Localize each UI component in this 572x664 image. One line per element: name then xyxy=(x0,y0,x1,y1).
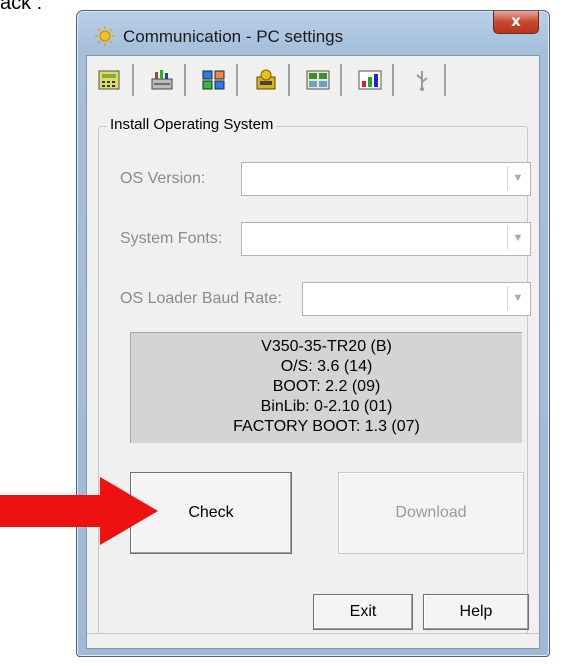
tab-network[interactable] xyxy=(194,64,238,96)
os-version-combo[interactable]: ▼ xyxy=(241,162,531,196)
calculator-icon xyxy=(98,70,120,90)
exit-button[interactable]: Exit xyxy=(313,594,413,630)
baud-rate-combo[interactable]: ▼ xyxy=(302,282,531,316)
sun-icon xyxy=(95,26,115,46)
device-info-panel: V350-35-TR20 (B) O/S: 3.6 (14) BOOT: 2.2… xyxy=(130,332,522,443)
factory-boot-text: FACTORY BOOT: 1.3 (07) xyxy=(233,418,420,435)
chevron-down-icon[interactable]: ▼ xyxy=(507,286,528,310)
download-button[interactable]: Download xyxy=(338,472,524,554)
binlib-version-text: BinLib: 0-2.10 (01) xyxy=(260,398,393,415)
red-arrow-icon xyxy=(0,477,158,545)
tab-grid[interactable] xyxy=(298,64,342,96)
help-button[interactable]: Help xyxy=(423,594,529,630)
pc-settings-window: Communication - PC settings x Install Op… xyxy=(76,10,550,657)
tab-plc[interactable] xyxy=(142,64,186,96)
tab-operating-system[interactable] xyxy=(246,64,290,96)
caption-text: ack : xyxy=(0,0,43,14)
network-icon xyxy=(202,70,225,90)
baud-rate-label: OS Loader Baud Rate: xyxy=(120,290,282,307)
tab-usb[interactable] xyxy=(402,64,446,96)
tab-calculator[interactable] xyxy=(90,64,134,96)
window-title: Communication - PC settings xyxy=(123,27,344,46)
model-text: V350-35-TR20 (B) xyxy=(261,338,392,355)
title-bar[interactable]: Communication - PC settings x xyxy=(77,11,549,55)
chevron-down-icon[interactable]: ▼ xyxy=(507,166,528,190)
group-legend: Install Operating System xyxy=(107,116,277,133)
close-button[interactable]: x xyxy=(493,11,539,34)
tab-chart[interactable] xyxy=(350,64,394,96)
usb-icon xyxy=(416,71,428,91)
os-chip-icon xyxy=(256,69,276,90)
grid-icon xyxy=(306,70,330,90)
chevron-down-icon[interactable]: ▼ xyxy=(507,226,528,250)
status-strip xyxy=(87,633,539,648)
boot-version-text: BOOT: 2.2 (09) xyxy=(272,378,381,395)
chart-icon xyxy=(358,70,382,90)
system-fonts-combo[interactable]: ▼ xyxy=(241,222,531,256)
window-client-area: Install Operating System OS Version: ▼ S… xyxy=(86,55,540,649)
os-version-label: OS Version: xyxy=(120,170,206,187)
os-version-text: O/S: 3.6 (14) xyxy=(280,358,373,375)
system-fonts-label: System Fonts: xyxy=(120,230,223,247)
plc-icon xyxy=(151,70,173,90)
